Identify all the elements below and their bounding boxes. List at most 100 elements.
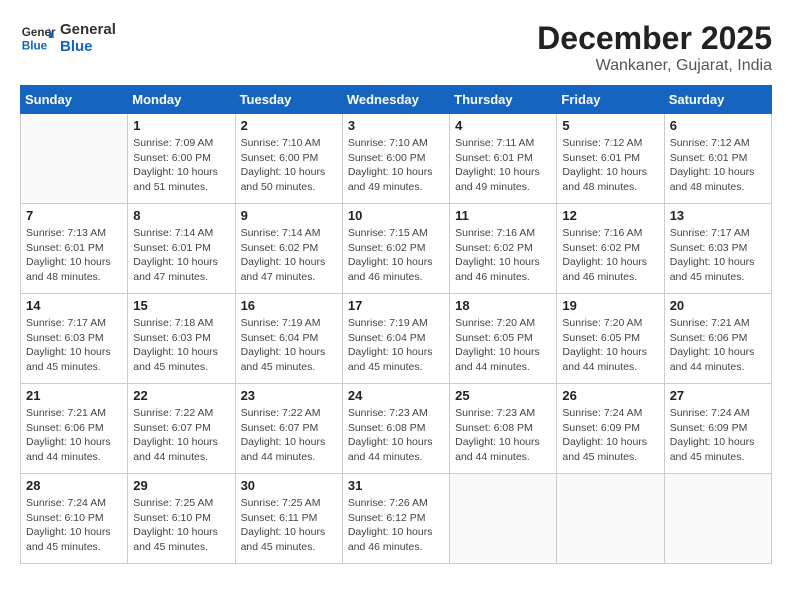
day-number: 5 xyxy=(562,118,658,133)
calendar-cell: 6Sunrise: 7:12 AMSunset: 6:01 PMDaylight… xyxy=(664,114,771,204)
day-number: 4 xyxy=(455,118,551,133)
day-info: Sunrise: 7:11 AMSunset: 6:01 PMDaylight:… xyxy=(455,136,551,195)
calendar-week-5: 28 Sunrise: 7:24 AMSunset: 6:10 PMDayligh… xyxy=(21,474,772,564)
weekday-header-thursday: Thursday xyxy=(450,86,557,114)
calendar-cell: 3 Sunrise: 7:10 AMSunset: 6:00 PMDaylight… xyxy=(342,114,449,204)
day-number: 26 xyxy=(562,388,658,403)
calendar-cell: 28 Sunrise: 7:24 AMSunset: 6:10 PMDayligh… xyxy=(21,474,128,564)
day-info: Sunrise: 7:23 AMSunset: 6:08 PMDaylight:… xyxy=(348,406,444,465)
calendar-cell: 29Sunrise: 7:25 AMSunset: 6:10 PMDayligh… xyxy=(128,474,235,564)
calendar-cell xyxy=(557,474,664,564)
location-subtitle: Wankaner, Gujarat, India xyxy=(537,57,772,75)
day-number: 7 xyxy=(26,208,122,223)
day-info: Sunrise: 7:15 AMSunset: 6:02 PMDaylight:… xyxy=(348,226,444,285)
day-info: Sunrise: 7:25 AMSunset: 6:11 PMDaylight:… xyxy=(241,496,337,555)
calendar-cell: 25 Sunrise: 7:23 AMSunset: 6:08 PMDayligh… xyxy=(450,384,557,474)
calendar-cell: 8 Sunrise: 7:14 AMSunset: 6:01 PMDaylight… xyxy=(128,204,235,294)
day-info: Sunrise: 7:09 AMSunset: 6:00 PMDaylight:… xyxy=(133,136,229,195)
title-section: December 2025 Wankaner, Gujarat, India xyxy=(537,20,772,75)
day-info: Sunrise: 7:24 AMSunset: 6:10 PMDaylight:… xyxy=(26,496,122,555)
day-number: 2 xyxy=(241,118,337,133)
month-year-title: December 2025 xyxy=(537,20,772,57)
calendar-cell: 14 Sunrise: 7:17 AMSunset: 6:03 PMDayligh… xyxy=(21,294,128,384)
day-info: Sunrise: 7:12 AMSunset: 6:01 PMDaylight:… xyxy=(562,136,658,195)
calendar-cell xyxy=(664,474,771,564)
day-number: 19 xyxy=(562,298,658,313)
day-info: Sunrise: 7:10 AMSunset: 6:00 PMDaylight:… xyxy=(348,136,444,195)
calendar-cell: 19 Sunrise: 7:20 AMSunset: 6:05 PMDayligh… xyxy=(557,294,664,384)
day-info: Sunrise: 7:24 AMSunset: 6:09 PMDaylight:… xyxy=(670,406,766,465)
day-info: Sunrise: 7:10 AMSunset: 6:00 PMDaylight:… xyxy=(241,136,337,195)
calendar-week-1: 1 Sunrise: 7:09 AMSunset: 6:00 PMDaylight… xyxy=(21,114,772,204)
page-header: General Blue General Blue December 2025 … xyxy=(20,20,772,75)
day-number: 23 xyxy=(241,388,337,403)
day-number: 30 xyxy=(241,478,337,493)
day-number: 21 xyxy=(26,388,122,403)
day-info: Sunrise: 7:21 AMSunset: 6:06 PMDaylight:… xyxy=(670,316,766,375)
weekday-header-row: SundayMondayTuesdayWednesdayThursdayFrid… xyxy=(21,86,772,114)
svg-text:Blue: Blue xyxy=(22,40,48,53)
day-info: Sunrise: 7:20 AMSunset: 6:05 PMDaylight:… xyxy=(562,316,658,375)
logo-text-blue: Blue xyxy=(60,38,116,55)
weekday-header-tuesday: Tuesday xyxy=(235,86,342,114)
calendar-cell xyxy=(21,114,128,204)
day-info: Sunrise: 7:23 AMSunset: 6:08 PMDaylight:… xyxy=(455,406,551,465)
day-number: 28 xyxy=(26,478,122,493)
calendar-cell: 18Sunrise: 7:20 AMSunset: 6:05 PMDayligh… xyxy=(450,294,557,384)
day-info: Sunrise: 7:14 AMSunset: 6:01 PMDaylight:… xyxy=(133,226,229,285)
calendar-cell: 5 Sunrise: 7:12 AMSunset: 6:01 PMDaylight… xyxy=(557,114,664,204)
calendar-cell xyxy=(450,474,557,564)
calendar-cell: 20 Sunrise: 7:21 AMSunset: 6:06 PMDayligh… xyxy=(664,294,771,384)
calendar-cell: 22Sunrise: 7:22 AMSunset: 6:07 PMDayligh… xyxy=(128,384,235,474)
calendar-cell: 26 Sunrise: 7:24 AMSunset: 6:09 PMDayligh… xyxy=(557,384,664,474)
calendar-cell: 4 Sunrise: 7:11 AMSunset: 6:01 PMDaylight… xyxy=(450,114,557,204)
calendar-cell: 24 Sunrise: 7:23 AMSunset: 6:08 PMDayligh… xyxy=(342,384,449,474)
weekday-header-wednesday: Wednesday xyxy=(342,86,449,114)
day-info: Sunrise: 7:19 AMSunset: 6:04 PMDaylight:… xyxy=(241,316,337,375)
day-number: 8 xyxy=(133,208,229,223)
calendar-cell: 1 Sunrise: 7:09 AMSunset: 6:00 PMDaylight… xyxy=(128,114,235,204)
logo-icon: General Blue xyxy=(20,20,56,56)
day-info: Sunrise: 7:17 AMSunset: 6:03 PMDaylight:… xyxy=(670,226,766,285)
day-number: 12 xyxy=(562,208,658,223)
calendar-cell: 31 Sunrise: 7:26 AMSunset: 6:12 PMDayligh… xyxy=(342,474,449,564)
day-info: Sunrise: 7:20 AMSunset: 6:05 PMDaylight:… xyxy=(455,316,551,375)
calendar-cell: 2 Sunrise: 7:10 AMSunset: 6:00 PMDaylight… xyxy=(235,114,342,204)
day-info: Sunrise: 7:16 AMSunset: 6:02 PMDaylight:… xyxy=(562,226,658,285)
day-number: 31 xyxy=(348,478,444,493)
day-number: 17 xyxy=(348,298,444,313)
calendar-cell: 9Sunrise: 7:14 AMSunset: 6:02 PMDaylight… xyxy=(235,204,342,294)
calendar-cell: 23Sunrise: 7:22 AMSunset: 6:07 PMDayligh… xyxy=(235,384,342,474)
day-number: 11 xyxy=(455,208,551,223)
day-number: 15 xyxy=(133,298,229,313)
day-number: 3 xyxy=(348,118,444,133)
calendar-cell: 17Sunrise: 7:19 AMSunset: 6:04 PMDayligh… xyxy=(342,294,449,384)
day-number: 20 xyxy=(670,298,766,313)
logo: General Blue General Blue xyxy=(20,20,116,56)
calendar-cell: 16 Sunrise: 7:19 AMSunset: 6:04 PMDayligh… xyxy=(235,294,342,384)
day-number: 16 xyxy=(241,298,337,313)
calendar-cell: 12 Sunrise: 7:16 AMSunset: 6:02 PMDayligh… xyxy=(557,204,664,294)
day-info: Sunrise: 7:24 AMSunset: 6:09 PMDaylight:… xyxy=(562,406,658,465)
weekday-header-sunday: Sunday xyxy=(21,86,128,114)
calendar-cell: 27 Sunrise: 7:24 AMSunset: 6:09 PMDayligh… xyxy=(664,384,771,474)
day-info: Sunrise: 7:26 AMSunset: 6:12 PMDaylight:… xyxy=(348,496,444,555)
weekday-header-saturday: Saturday xyxy=(664,86,771,114)
weekday-header-friday: Friday xyxy=(557,86,664,114)
calendar-week-4: 21Sunrise: 7:21 AMSunset: 6:06 PMDayligh… xyxy=(21,384,772,474)
day-info: Sunrise: 7:22 AMSunset: 6:07 PMDaylight:… xyxy=(133,406,229,465)
day-info: Sunrise: 7:12 AMSunset: 6:01 PMDaylight:… xyxy=(670,136,766,195)
day-number: 27 xyxy=(670,388,766,403)
weekday-header-monday: Monday xyxy=(128,86,235,114)
day-number: 25 xyxy=(455,388,551,403)
day-number: 10 xyxy=(348,208,444,223)
logo-text-general: General xyxy=(60,21,116,38)
calendar-week-3: 14 Sunrise: 7:17 AMSunset: 6:03 PMDayligh… xyxy=(21,294,772,384)
day-info: Sunrise: 7:17 AMSunset: 6:03 PMDaylight:… xyxy=(26,316,122,375)
day-number: 14 xyxy=(26,298,122,313)
day-number: 24 xyxy=(348,388,444,403)
day-number: 29 xyxy=(133,478,229,493)
day-info: Sunrise: 7:14 AMSunset: 6:02 PMDaylight:… xyxy=(241,226,337,285)
day-number: 1 xyxy=(133,118,229,133)
calendar-week-2: 7Sunrise: 7:13 AMSunset: 6:01 PMDaylight… xyxy=(21,204,772,294)
